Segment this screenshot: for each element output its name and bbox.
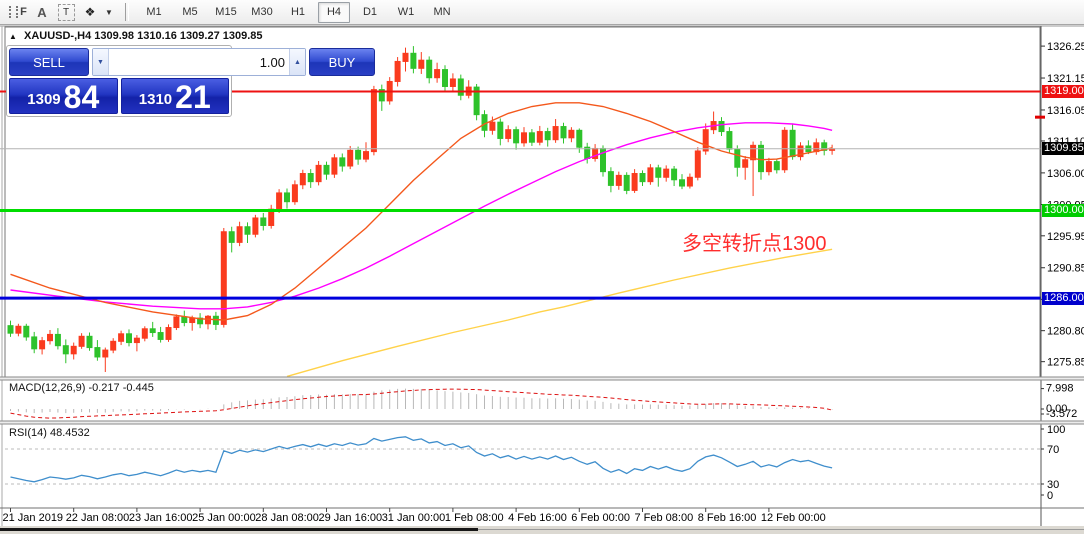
- bottom-strip: [0, 526, 1084, 534]
- timeframe-button-h4[interactable]: H4: [318, 1, 350, 23]
- timeframe-button-m5[interactable]: M5: [174, 2, 206, 23]
- svg-text:8 Feb 16:00: 8 Feb 16:00: [698, 512, 757, 524]
- svg-text:1326.25: 1326.25: [1047, 41, 1084, 53]
- arrow-objects-icon[interactable]: ❖: [80, 3, 100, 21]
- buy-button[interactable]: BUY: [309, 48, 375, 76]
- svg-text:1295.95: 1295.95: [1047, 231, 1084, 243]
- bottom-strip-segment: [0, 528, 478, 531]
- volume-decrease-button[interactable]: ▼: [93, 49, 109, 75]
- svg-text:12 Feb 00:00: 12 Feb 00:00: [761, 512, 826, 524]
- svg-text:1316.05: 1316.05: [1047, 105, 1084, 117]
- text-label-t-icon[interactable]: T: [56, 3, 76, 21]
- buy-price-big: 21: [175, 79, 211, 115]
- svg-text:4 Feb 16:00: 4 Feb 16:00: [508, 512, 567, 524]
- toolbar: F A T ❖ ▼ M1 M5 M15 M30 H1 H4 D1 W1 MN: [0, 0, 1084, 25]
- svg-text:-3.572: -3.572: [1046, 408, 1077, 420]
- svg-text:7 Feb 08:00: 7 Feb 08:00: [635, 512, 694, 524]
- timeframe-button-m1[interactable]: M1: [138, 2, 170, 23]
- timeframe-button-m15[interactable]: M15: [210, 2, 242, 23]
- one-click-trade-panel: SELL ▼ ▲ BUY 1309 84 1310 21: [6, 45, 375, 117]
- svg-text:25 Jan 00:00: 25 Jan 00:00: [192, 512, 256, 524]
- sell-price-display[interactable]: 1309 84: [9, 78, 118, 115]
- svg-text:23 Jan 16:00: 23 Jan 16:00: [129, 512, 193, 524]
- svg-text:0: 0: [1047, 490, 1053, 502]
- mt4-window: F A T ❖ ▼ M1 M5 M15 M30 H1 H4 D1 W1 MN 1326.25 13…: [0, 0, 1084, 534]
- bottom-strip-segment: [478, 529, 1084, 530]
- chart-title: ▲ XAUUSD-,H4 1309.98 1310.16 1309.27 130…: [9, 30, 263, 42]
- collapse-triangle-icon[interactable]: ▲: [9, 32, 17, 41]
- svg-text:6 Feb 00:00: 6 Feb 00:00: [571, 512, 630, 524]
- svg-text:1321.15: 1321.15: [1047, 73, 1084, 85]
- timeframe-button-m30[interactable]: M30: [246, 2, 278, 23]
- price-level-badge: 1319.00: [1042, 84, 1084, 98]
- timeframe-button-group: M1 M5 M15 M30 H1 H4 D1 W1 MN: [136, 1, 460, 23]
- sell-price-small: 1309: [27, 91, 61, 108]
- svg-text:31 Jan 00:00: 31 Jan 00:00: [382, 512, 446, 524]
- rsi-indicator-label: RSI(14) 48.4532: [9, 427, 90, 439]
- svg-text:1290.85: 1290.85: [1047, 263, 1084, 275]
- sell-price-big: 84: [63, 79, 100, 115]
- volume-stepper: ▼ ▲: [92, 48, 306, 76]
- svg-text:29 Jan 16:00: 29 Jan 16:00: [319, 512, 383, 524]
- svg-text:100: 100: [1047, 424, 1065, 436]
- svg-text:70: 70: [1047, 444, 1059, 456]
- footprint-f-icon[interactable]: F: [8, 3, 28, 21]
- timeframe-button-d1[interactable]: D1: [354, 2, 386, 23]
- timeframe-button-w1[interactable]: W1: [390, 2, 422, 23]
- chart-annotation-text: 多空转折点1300: [682, 233, 827, 255]
- volume-input[interactable]: [109, 49, 289, 75]
- svg-text:1280.80: 1280.80: [1047, 326, 1084, 338]
- macd-indicator-label: MACD(12,26,9) -0.217 -0.445: [9, 382, 154, 394]
- price-level-badge: 1286.00: [1042, 291, 1084, 305]
- timeframe-button-h1[interactable]: H1: [282, 2, 314, 23]
- svg-text:21 Jan 2019: 21 Jan 2019: [3, 512, 64, 524]
- buy-price-small: 1310: [138, 91, 173, 108]
- sell-button[interactable]: SELL: [9, 48, 89, 76]
- svg-text:22 Jan 08:00: 22 Jan 08:00: [66, 512, 130, 524]
- timeframe-button-mn[interactable]: MN: [426, 2, 458, 23]
- svg-text:1 Feb 08:00: 1 Feb 08:00: [445, 512, 504, 524]
- svg-text:1275.85: 1275.85: [1047, 357, 1084, 369]
- buy-price-display[interactable]: 1310 21: [120, 78, 229, 115]
- svg-text:28 Jan 08:00: 28 Jan 08:00: [255, 512, 319, 524]
- volume-increase-button[interactable]: ▲: [289, 49, 305, 75]
- dropdown-caret-icon[interactable]: ▼: [104, 3, 114, 21]
- price-level-badge: 1309.85: [1042, 142, 1084, 156]
- ohlc-values: 1309.98 1310.16 1309.27 1309.85: [94, 30, 263, 42]
- toolbar-separator: [125, 3, 129, 21]
- text-a-icon[interactable]: A: [32, 3, 52, 21]
- svg-text:1306.00: 1306.00: [1047, 168, 1084, 180]
- svg-text:7.998: 7.998: [1046, 383, 1074, 395]
- price-level-badge: 1300.00: [1042, 203, 1084, 217]
- symbol-label: XAUUSD-,H4: [23, 30, 92, 42]
